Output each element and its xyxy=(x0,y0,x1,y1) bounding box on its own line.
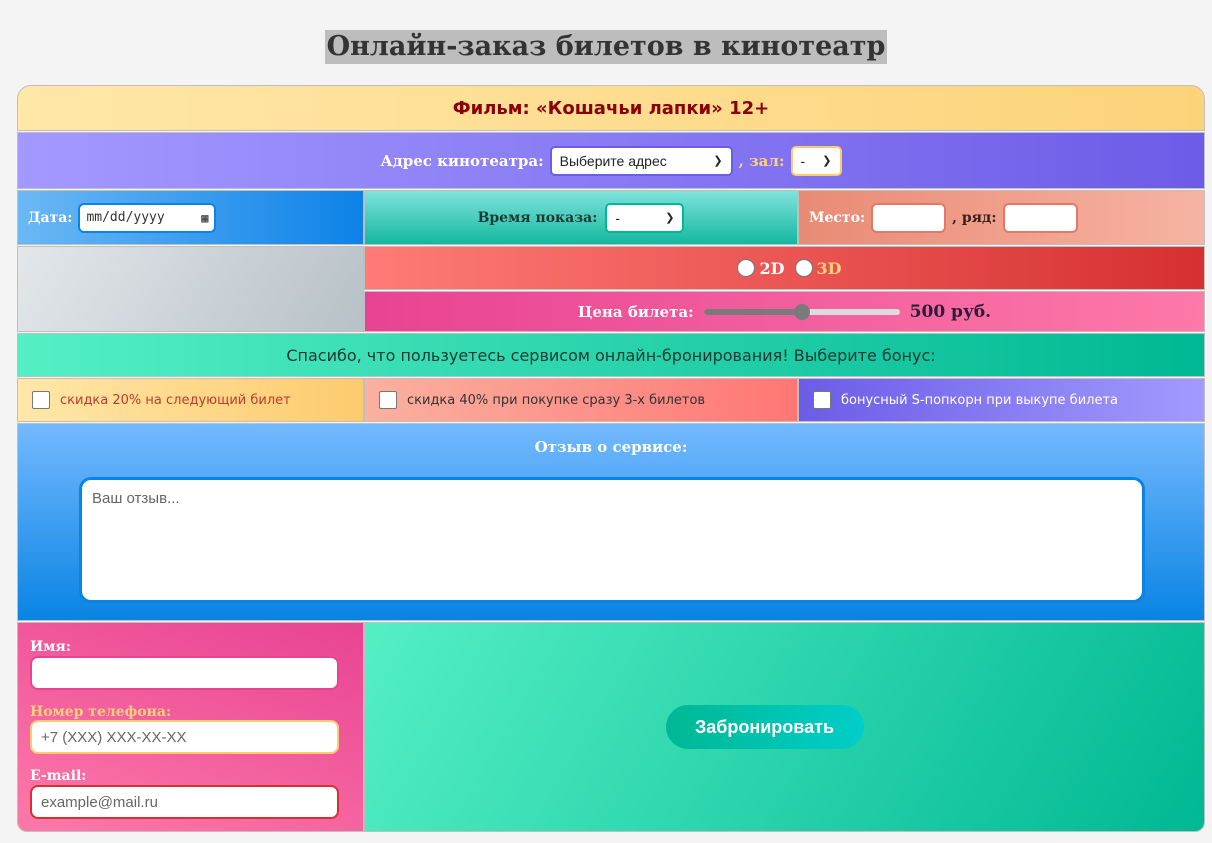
date-placeholder: mm/dd/yyyy xyxy=(86,210,165,225)
review-section: Отзыв о сервисе: Ваш отзыв... xyxy=(17,423,1205,621)
thanks-text: Спасибо, что пользуетесь сервисом онлайн… xyxy=(286,345,936,365)
row-input[interactable] xyxy=(1002,202,1078,233)
page-title: Онлайн-заказ билетов в кинотеатр xyxy=(324,30,888,64)
phone-placeholder: +7 (XXX) XXX-XX-XX xyxy=(41,728,187,746)
film-title: Фильм: «Кошачьи лапки» 12+ xyxy=(452,97,770,119)
bonus-label-1: скидка 20% на следующий билет xyxy=(60,392,291,408)
email-label: E-mail: xyxy=(30,768,87,784)
phone-input[interactable]: +7 (XXX) XXX-XX-XX xyxy=(30,720,339,754)
time-select[interactable]: - ❯ xyxy=(605,202,685,233)
date-cell: Дата: mm/dd/yyyy ▦ xyxy=(17,190,364,245)
place-label: Место: xyxy=(809,209,866,226)
address-select-value: Выберите адрес xyxy=(559,152,667,169)
price-label: Цена билета: xyxy=(577,302,694,321)
radio-2d[interactable] xyxy=(737,259,756,277)
page-title-wrap: Онлайн-заказ билетов в кинотеатр xyxy=(0,30,1212,64)
bonus-checkbox-2[interactable] xyxy=(379,391,397,409)
price-slider-fill xyxy=(703,308,802,315)
time-label: Время показа: xyxy=(477,209,598,226)
bonus-checkbox-3[interactable] xyxy=(813,391,831,409)
bonus-checkbox-1[interactable] xyxy=(32,391,50,409)
date-input[interactable]: mm/dd/yyyy ▦ xyxy=(78,202,217,233)
seat-cell: Место: , ряд: xyxy=(798,190,1205,245)
thanks-row: Спасибо, что пользуетесь сервисом онлайн… xyxy=(17,333,1205,377)
date-label: Дата: xyxy=(28,209,73,226)
email-input[interactable]: example@mail.ru xyxy=(30,785,339,819)
bonus-label-3: бонусный S-попкорн при выкупе билета xyxy=(841,392,1118,408)
chevron-down-icon: ❯ xyxy=(713,155,723,167)
hall-label: , зал: xyxy=(738,151,785,170)
row-label: , ряд: xyxy=(952,209,997,226)
bonus-option-1[interactable]: скидка 20% на следующий билет xyxy=(17,378,364,422)
hall-select-value: - xyxy=(800,152,806,169)
address-label: Адрес кинотеатра: xyxy=(380,151,544,170)
price-value: 500 руб. xyxy=(909,301,992,322)
submit-section: Забронировать xyxy=(364,622,1205,832)
name-label: Имя: xyxy=(30,639,71,655)
review-title: Отзыв о сервисе: xyxy=(534,438,688,456)
label-3d: 3D xyxy=(816,258,842,278)
bonus-option-3[interactable]: бонусный S-попкорн при выкупе билета xyxy=(798,378,1205,422)
bonus-option-2[interactable]: скидка 40% при покупке сразу 3-х билетов xyxy=(364,378,798,422)
book-button[interactable]: Забронировать xyxy=(665,705,864,749)
review-textarea[interactable]: Ваш отзыв... xyxy=(79,477,1145,603)
calendar-icon[interactable]: ▦ xyxy=(201,211,208,225)
format-cell: 2D 3D xyxy=(364,246,1205,290)
chevron-down-icon: ❯ xyxy=(665,212,675,224)
phone-label: Номер телефона: xyxy=(30,704,172,720)
place-input[interactable] xyxy=(871,202,947,233)
contact-section: Имя: Номер телефона: +7 (XXX) XXX-XX-XX … xyxy=(17,622,364,832)
time-cell: Время показа: - ❯ xyxy=(364,190,798,245)
price-slider[interactable] xyxy=(703,303,900,320)
label-2d: 2D xyxy=(759,258,785,278)
radio-3d[interactable] xyxy=(794,259,813,277)
decorative-panel xyxy=(17,246,364,332)
time-select-value: - xyxy=(615,209,621,226)
email-placeholder: example@mail.ru xyxy=(41,793,158,811)
bonus-label-2: скидка 40% при покупке сразу 3-х билетов xyxy=(407,392,706,408)
chevron-down-icon: ❯ xyxy=(822,155,832,167)
film-row: Фильм: «Кошачьи лапки» 12+ xyxy=(17,85,1205,131)
name-input[interactable] xyxy=(30,656,339,690)
hall-select[interactable]: - ❯ xyxy=(790,145,842,176)
price-cell: Цена билета: 500 руб. xyxy=(364,291,1205,332)
review-placeholder: Ваш отзыв... xyxy=(92,490,180,507)
address-row: Адрес кинотеатра: Выберите адрес ❯ , зал… xyxy=(17,132,1205,189)
price-slider-knob[interactable] xyxy=(793,303,810,320)
address-select[interactable]: Выберите адрес ❯ xyxy=(549,145,733,176)
